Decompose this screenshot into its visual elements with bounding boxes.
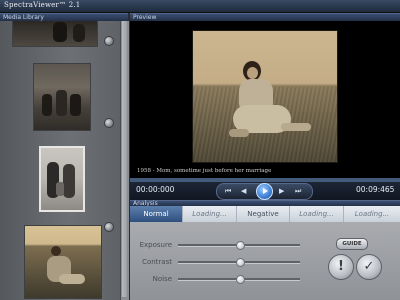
app-title: SpectraViewer™ 2.1 bbox=[4, 1, 81, 9]
library-scrollbar[interactable] bbox=[120, 21, 129, 300]
skip-back-icon[interactable]: ⏮ bbox=[225, 187, 231, 195]
select-radio-icon[interactable] bbox=[104, 36, 114, 46]
guide-button[interactable]: GUIDE bbox=[336, 238, 368, 250]
exposure-label: Exposure bbox=[139, 241, 172, 249]
thumbnail-image[interactable] bbox=[12, 21, 98, 47]
current-time: 00:00:000 bbox=[136, 185, 175, 194]
forward-icon[interactable]: ▶ bbox=[279, 187, 284, 195]
exposure-slider-knob[interactable] bbox=[236, 241, 245, 250]
thumbnail-image[interactable] bbox=[33, 63, 91, 131]
preview-photo bbox=[192, 30, 338, 163]
thumbnail-image[interactable] bbox=[39, 146, 85, 212]
contrast-slider[interactable] bbox=[178, 258, 300, 267]
confirm-button[interactable]: ✓ bbox=[356, 254, 382, 280]
exposure-slider[interactable] bbox=[178, 241, 300, 250]
total-time: 00:09:465 bbox=[356, 185, 395, 194]
photo-caption: 1958 - Mom, sometime just before her mar… bbox=[137, 168, 272, 174]
play-icon[interactable] bbox=[256, 183, 273, 200]
media-library-panel[interactable] bbox=[0, 21, 128, 300]
library-item[interactable] bbox=[8, 63, 114, 133]
select-radio-icon[interactable] bbox=[104, 118, 114, 128]
analysis-tabs: Normal Loading... Negative Loading... Lo… bbox=[130, 206, 400, 222]
tab-loading-2[interactable]: Loading... bbox=[290, 206, 344, 222]
noise-slider[interactable] bbox=[178, 275, 300, 284]
tab-normal[interactable]: Normal bbox=[130, 206, 183, 222]
alert-button[interactable]: ! bbox=[328, 254, 354, 280]
noise-label: Noise bbox=[152, 275, 172, 283]
title-bar: SpectraViewer™ 2.1 bbox=[0, 0, 400, 13]
tab-negative[interactable]: Negative bbox=[237, 206, 290, 222]
adjustment-panel: Exposure Contrast Noise GUIDE ! ✓ bbox=[130, 222, 400, 300]
library-item-selected[interactable] bbox=[8, 225, 114, 300]
library-item[interactable] bbox=[8, 21, 114, 49]
library-item[interactable] bbox=[8, 146, 114, 232]
tab-loading-1[interactable]: Loading... bbox=[183, 206, 237, 222]
skip-forward-icon[interactable]: ⏭ bbox=[295, 187, 301, 195]
contrast-label: Contrast bbox=[142, 258, 172, 266]
noise-slider-knob[interactable] bbox=[236, 275, 245, 284]
rewind-icon[interactable]: ◀ bbox=[241, 187, 246, 195]
thumbnail-image[interactable] bbox=[24, 225, 102, 299]
library-scrollbar-thumb[interactable] bbox=[122, 21, 127, 297]
transport-bar: 00:00:000 ⏮ ◀ ▶ ⏭ 00:09:465 bbox=[130, 182, 400, 200]
media-library-title: Media Library bbox=[3, 14, 44, 21]
playback-controls: ⏮ ◀ ▶ ⏭ bbox=[216, 183, 313, 200]
preview-area: 1958 - Mom, sometime just before her mar… bbox=[130, 21, 400, 178]
preview-title: Preview bbox=[133, 14, 157, 21]
tab-loading-3[interactable]: Loading... bbox=[344, 206, 400, 222]
contrast-slider-knob[interactable] bbox=[236, 258, 245, 267]
